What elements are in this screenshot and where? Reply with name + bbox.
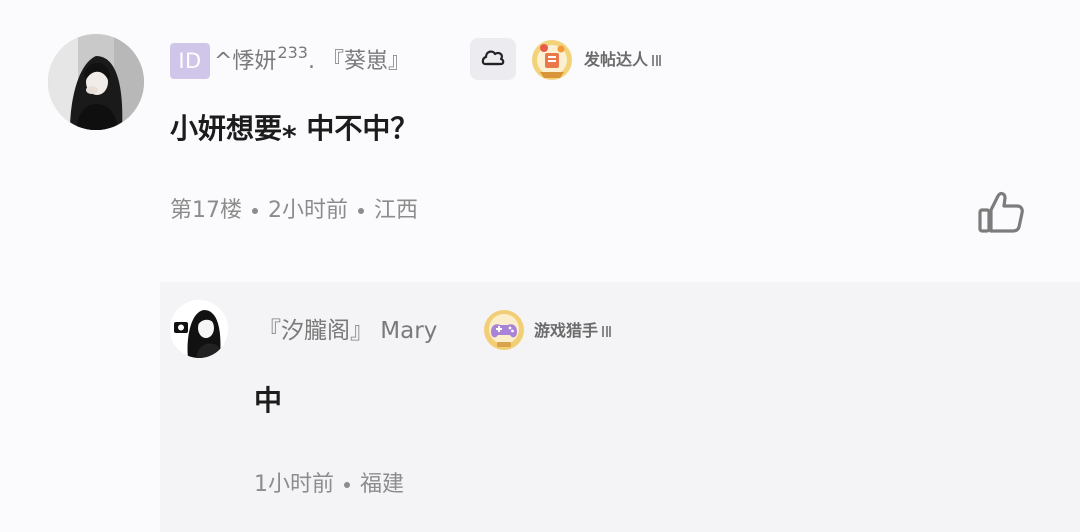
- username-main: ^悸妍: [214, 49, 277, 74]
- poster-medal-icon[interactable]: [530, 38, 574, 82]
- reply-medal-label-text: 游戏猎手: [534, 321, 599, 340]
- separator-dot: [252, 208, 258, 214]
- bun-icon[interactable]: [470, 38, 516, 80]
- reply-avatar[interactable]: [170, 300, 228, 358]
- comment-header: ID ^悸妍233. 『葵崽』 发帖达人: [170, 38, 730, 88]
- comment-text: 小妍想要⁎ 中不中？: [170, 112, 419, 145]
- username-superscript: 233: [277, 43, 308, 62]
- reply-medal-label: 游戏猎手: [534, 318, 613, 345]
- medal-label: 发帖达人: [584, 47, 663, 74]
- separator-dot: [358, 208, 364, 214]
- medal-level-bars: [652, 48, 663, 74]
- medal-label-text: 发帖达人: [584, 50, 649, 69]
- thumbs-up-icon[interactable]: [974, 186, 1028, 240]
- username-tail: . 『葵崽』: [307, 49, 410, 74]
- reply-time: 1小时前: [254, 472, 334, 497]
- comment-time: 2小时前: [268, 198, 348, 223]
- gamepad-medal-icon[interactable]: [482, 308, 526, 352]
- avatar-image: [48, 34, 144, 130]
- separator-dot: [344, 482, 350, 488]
- reply-avatar-image: [170, 300, 228, 358]
- username[interactable]: ^悸妍233. 『葵崽』: [214, 43, 410, 81]
- comment-location: 江西: [374, 198, 419, 223]
- reply-location: 福建: [360, 472, 405, 497]
- reply-text: 中: [254, 384, 283, 417]
- reply-username[interactable]: 『汐朧阁』 Mary: [258, 313, 437, 349]
- id-badge: ID: [170, 43, 210, 79]
- comment-page: ID ^悸妍233. 『葵崽』 发帖达人 小妍想要⁎ 中不中？ 第17楼 2小时前…: [0, 0, 1080, 532]
- comment-meta: 第17楼 2小时前 江西: [170, 194, 418, 228]
- floor-number: 第17楼: [170, 198, 242, 223]
- reply-meta: 1小时前 福建: [254, 468, 404, 502]
- medal-level-bars: [602, 319, 613, 345]
- user-avatar[interactable]: [48, 34, 144, 130]
